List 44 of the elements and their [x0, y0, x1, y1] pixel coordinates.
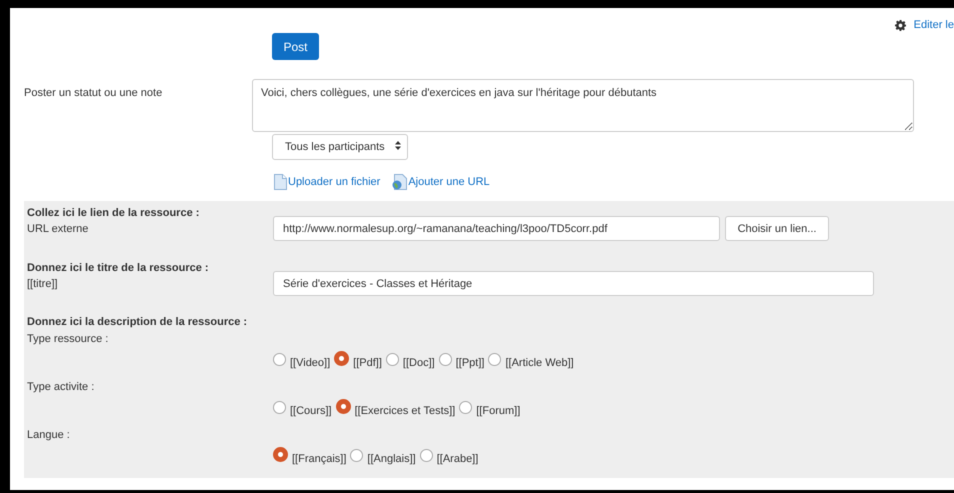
radio-label: [[Article Web]]: [505, 357, 574, 369]
field-label: Langue :: [27, 429, 71, 441]
radio-label: [[Français]]: [292, 453, 346, 465]
radio-label: [[Ppt]]: [456, 357, 484, 369]
radio-button[interactable]: [273, 401, 286, 414]
radio-button[interactable]: [336, 399, 351, 414]
attachment-link[interactable]: Uploader un fichier: [288, 176, 380, 188]
radio-button[interactable]: [488, 353, 502, 366]
radio-button[interactable]: [273, 353, 286, 366]
field-label: Type ressource :: [27, 333, 110, 345]
caret-icon: [395, 141, 401, 150]
post-button[interactable]: Post: [272, 33, 319, 60]
status-label: Poster un statut ou une note: [24, 86, 164, 101]
settings-icon: [894, 20, 906, 30]
section-heading: Donnez ici le titre de la ressource :: [27, 262, 210, 274]
section-heading: Collez ici le lien de la ressource :: [27, 207, 200, 219]
edit-link[interactable]: Editer le: [914, 19, 954, 31]
globe-file-icon: [391, 174, 408, 190]
title-field[interactable]: Série d'exercices - Classes et Héritage: [273, 271, 874, 296]
field-label: URL externe: [27, 223, 90, 235]
field-label: [[titre]]: [27, 278, 59, 290]
section-heading: Donnez ici la description de la ressource :: [27, 316, 248, 328]
radio-label: [[Exercices et Tests]]: [354, 405, 456, 417]
field-label: Type activite :: [27, 381, 96, 393]
radio-label: [[Doc]]: [402, 357, 435, 369]
radio-button[interactable]: [420, 449, 433, 462]
radio-label: [[Arabe]]: [436, 453, 478, 465]
radio-button[interactable]: [459, 401, 472, 414]
radio-button[interactable]: [438, 353, 452, 366]
radio-label: [[Forum]]: [476, 405, 520, 417]
choose-link-button[interactable]: Choisir un lien...: [725, 216, 829, 241]
attachment-link[interactable]: Ajouter une URL: [408, 176, 490, 188]
radio-label: [[Cours]]: [290, 405, 332, 417]
radio-label: [[Video]]: [290, 357, 330, 369]
status-textarea[interactable]: Voici, chers collègues, une série d'exercices en java sur l'héritage pour débutants: [252, 79, 914, 132]
file-icon: [274, 174, 287, 190]
radio-label: [[Anglais]]: [367, 453, 416, 465]
radio-button[interactable]: [273, 447, 288, 462]
radio-button[interactable]: [350, 449, 364, 462]
radio-button[interactable]: [386, 353, 399, 366]
radio-label: [[Pdf]]: [353, 357, 382, 369]
url-field[interactable]: http://www.normalesup.org/~ramanana/teaching/l3poo/TD5corr.pdf: [273, 216, 720, 241]
radio-button[interactable]: [334, 351, 350, 366]
audience-select[interactable]: Tous les participants: [272, 134, 408, 160]
